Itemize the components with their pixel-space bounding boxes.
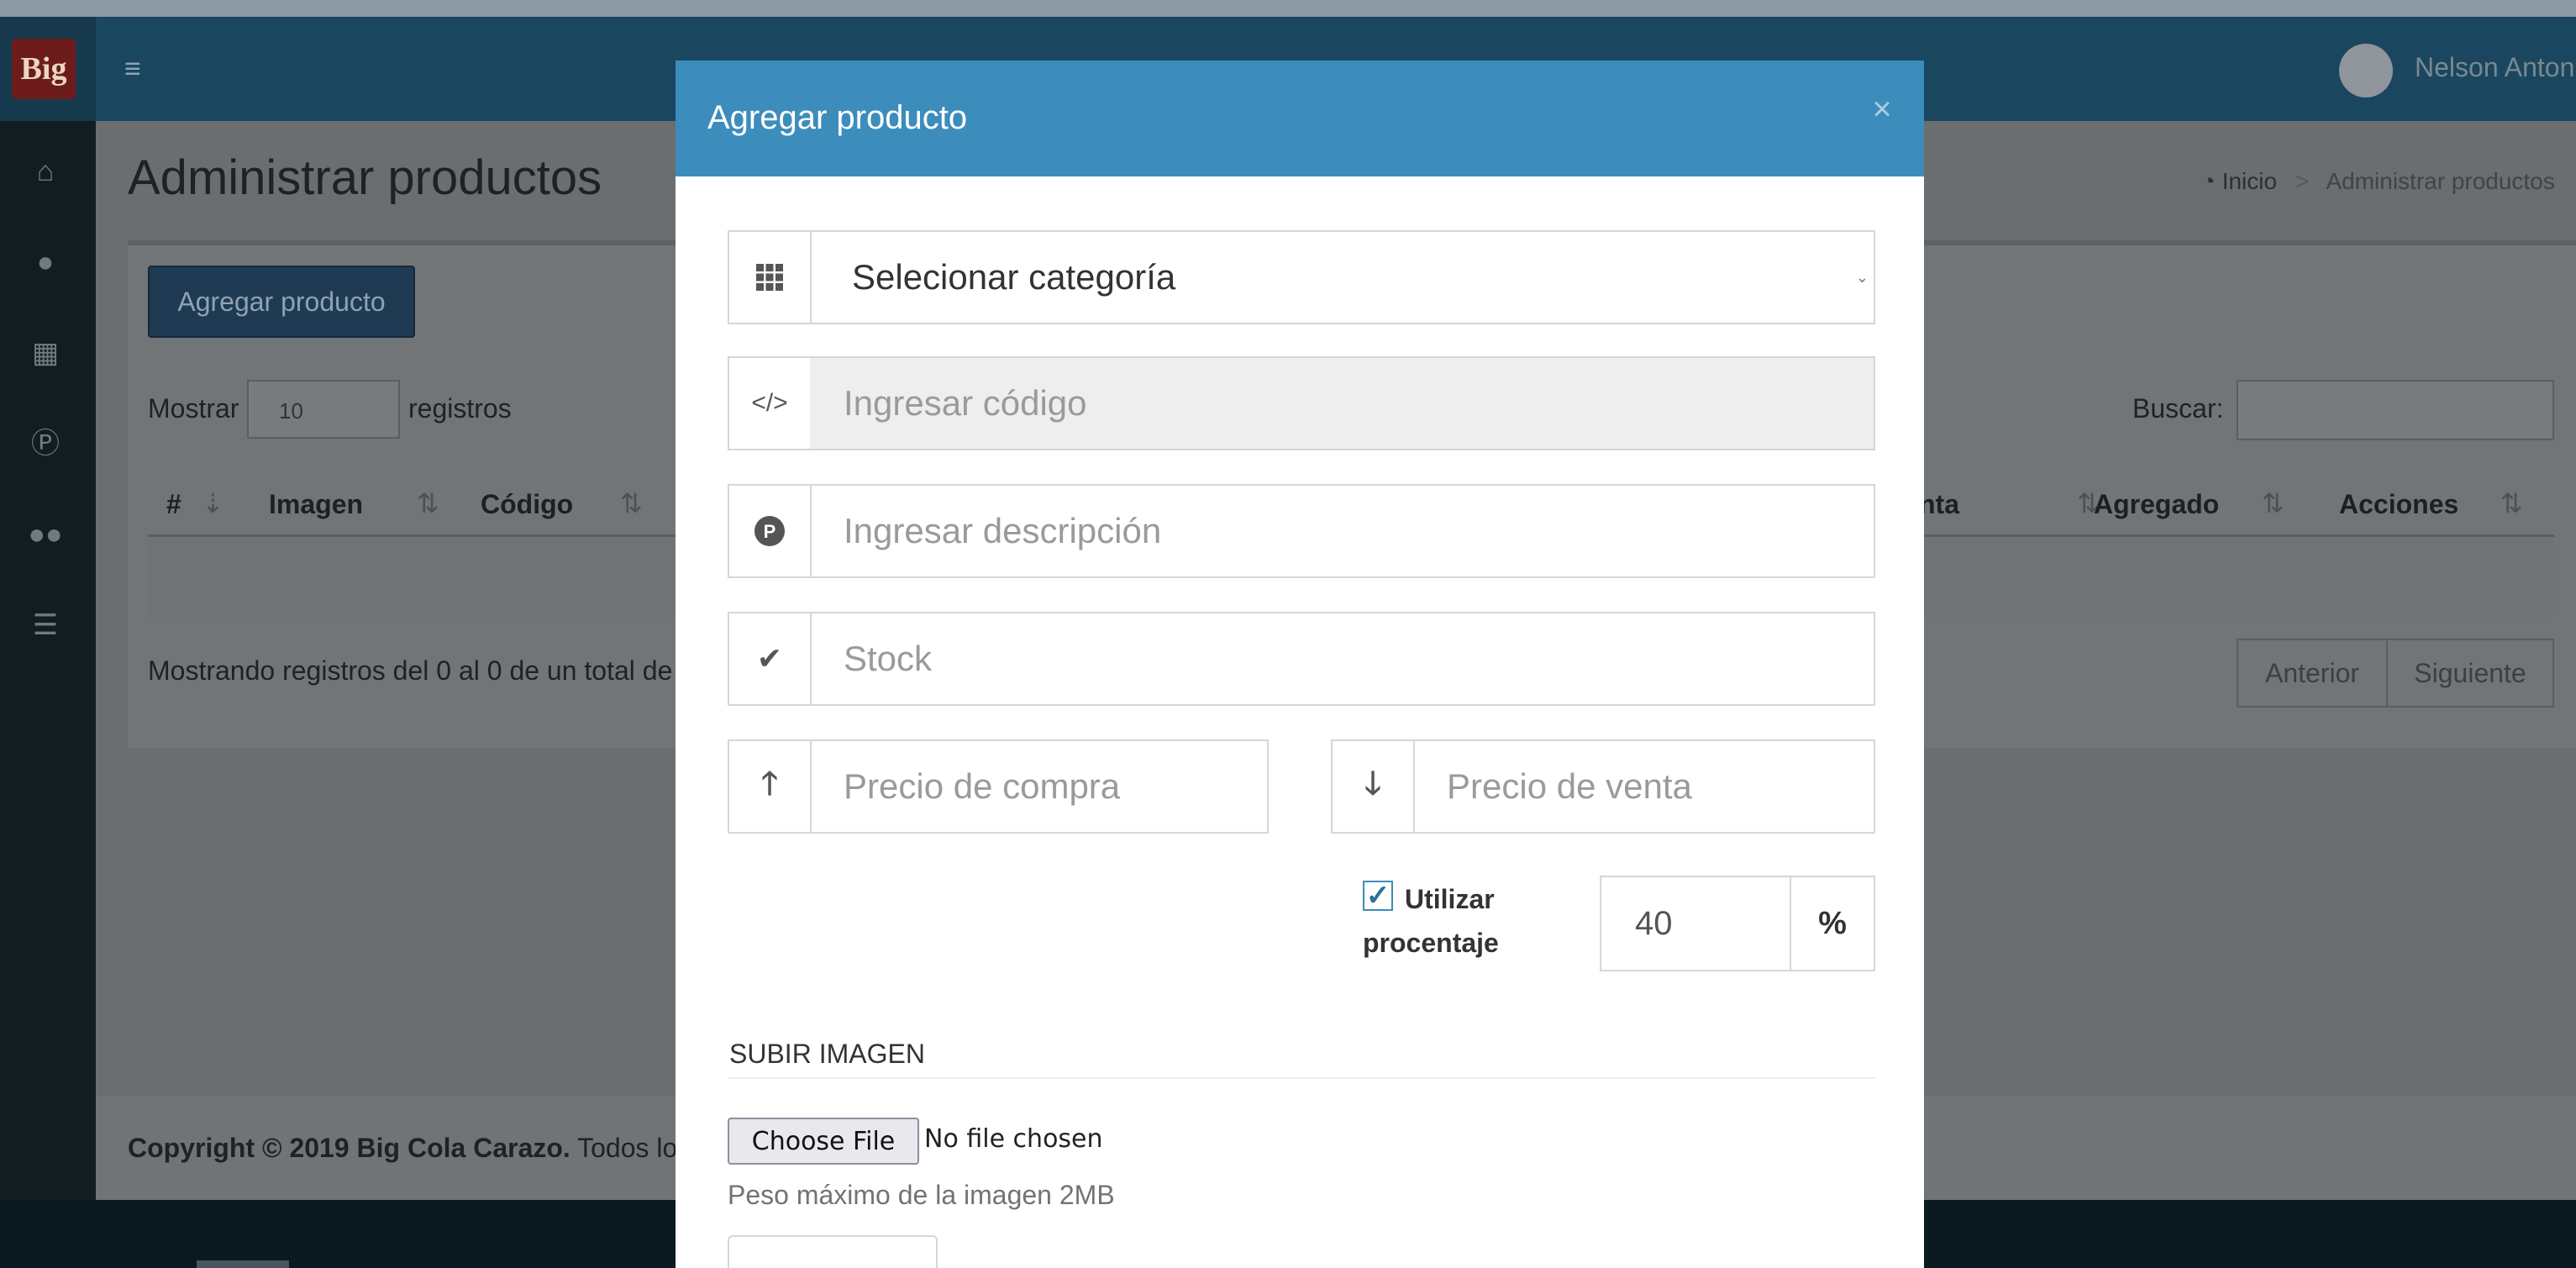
image-preview (728, 1235, 938, 1268)
horizontal-scrollbar[interactable] (197, 1260, 289, 1268)
copyright: Copyright © 2019 Big Cola Carazo. (128, 1133, 570, 1163)
footer-rest: Todos los (570, 1133, 691, 1163)
code-field: </> (728, 356, 1875, 450)
page-length-select[interactable]: 10 (247, 380, 400, 439)
product-hunt-icon[interactable]: Ⓟ (27, 425, 64, 462)
add-product-button[interactable]: Agregar producto (148, 266, 415, 338)
avatar[interactable] (2339, 44, 2393, 97)
code-icon: </> (729, 358, 812, 449)
column-header[interactable]: Agregado (2094, 489, 2219, 520)
browser-top-bar (0, 0, 2576, 17)
code-input[interactable] (810, 358, 1874, 449)
app-logo[interactable]: Big (12, 39, 76, 99)
column-header[interactable]: Código (481, 489, 573, 520)
breadcrumb-home[interactable]: Inicio (2222, 168, 2277, 194)
users-icon[interactable]: ●● (27, 516, 64, 553)
use-percentage-checkbox[interactable]: ✓ (1363, 880, 1393, 912)
bars-icon[interactable]: ≡ (124, 54, 155, 84)
table-info: Mostrando registros del 0 al 0 de un tot… (148, 655, 673, 686)
search-input[interactable] (2237, 380, 2554, 440)
file-status: No file chosen (924, 1124, 1103, 1154)
product-hunt-icon: P (729, 486, 812, 576)
th-icon[interactable]: ▦ (27, 334, 64, 371)
next-page-button[interactable]: Siguiente (2386, 639, 2554, 708)
column-header[interactable]: # (166, 489, 181, 520)
sort-icon[interactable]: ⇅ (417, 487, 439, 519)
sort-icon[interactable]: ⇅ (2262, 487, 2284, 519)
search-label: Buscar: (2132, 393, 2224, 424)
user-icon[interactable]: ● (27, 244, 64, 281)
percentage-input[interactable] (1601, 877, 1791, 970)
sort-icon[interactable]: ⇅ (620, 487, 643, 519)
dashboard-icon: ◔ (2201, 168, 2216, 194)
svg-text:P: P (764, 521, 776, 542)
previous-page-button[interactable]: Anterior (2237, 639, 2388, 708)
stock-input[interactable] (810, 613, 1874, 704)
arrow-up-icon: 🡑 (729, 741, 812, 832)
sort-icon[interactable]: ⇅ (2500, 487, 2523, 519)
show-label: Mostrar (148, 393, 239, 424)
column-header[interactable]: nta (1919, 489, 1959, 520)
upload-image-title: SUBIR IMAGEN (729, 1039, 925, 1069)
breadcrumb-separator: > (2295, 168, 2310, 194)
choose-file-button[interactable]: Choose File (728, 1118, 919, 1165)
add-product-modal: Agregar producto × Selecionar categoría … (676, 61, 1924, 1268)
sell-price-field: 🡓 (1331, 739, 1875, 834)
arrow-down-icon: 🡓 (1333, 741, 1415, 832)
home-icon[interactable]: ⌂ (27, 153, 64, 190)
list-icon[interactable]: ☰ (27, 607, 64, 644)
percent-symbol: % (1818, 905, 1847, 941)
sell-price-input[interactable] (1413, 741, 1874, 832)
column-header[interactable]: Imagen (269, 489, 363, 520)
sidebar: ⌂ ● ▦ Ⓟ ●● ☰ (0, 121, 96, 1199)
breadcrumb: ◔ Inicio > Administrar productos (2201, 168, 2555, 195)
buy-price-input[interactable] (810, 741, 1267, 832)
max-size-hint: Peso máximo de la imagen 2MB (728, 1180, 1115, 1210)
buy-price-field: 🡑 (728, 739, 1269, 834)
breadcrumb-current: Administrar productos (2326, 168, 2555, 194)
close-icon[interactable]: × (1865, 92, 1899, 126)
stock-field: ✔ (728, 612, 1875, 706)
category-field: Selecionar categoría ⌄ (728, 230, 1875, 324)
category-select[interactable]: Selecionar categoría (810, 232, 1874, 323)
modal-title: Agregar producto (707, 99, 968, 136)
records-label: registros (408, 393, 512, 424)
user-name[interactable]: Nelson Anton (2415, 52, 2574, 83)
th-icon (729, 232, 812, 323)
chevron-down-icon: ⌄ (1855, 269, 1869, 286)
divider (728, 1077, 1875, 1079)
sort-icon[interactable]: ⇣ (202, 487, 224, 519)
check-icon: ✔ (729, 613, 812, 704)
page-title: Administrar productos (128, 150, 602, 205)
description-field: P (728, 484, 1875, 578)
column-header[interactable]: Acciones (2339, 489, 2458, 520)
footer-text: Copyright © 2019 Big Cola Carazo. Todos … (128, 1133, 691, 1164)
percentage-field: % (1600, 876, 1875, 971)
description-input[interactable] (810, 486, 1874, 576)
